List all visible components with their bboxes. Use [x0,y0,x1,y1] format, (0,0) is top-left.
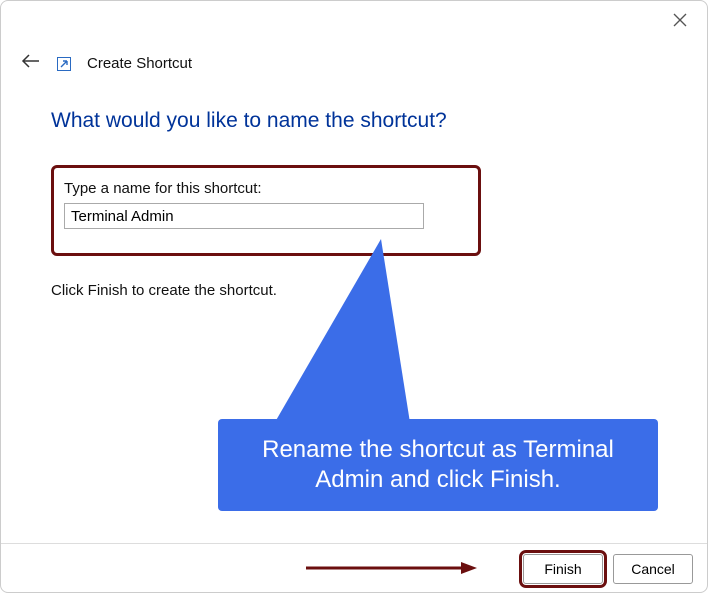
instruction-text: Click Finish to create the shortcut. [51,282,667,299]
finish-button[interactable]: Finish [523,554,603,584]
header: Create Shortcut [21,53,192,74]
close-button[interactable] [673,13,687,27]
back-button[interactable] [21,53,41,74]
page-heading: What would you like to name the shortcut… [51,109,667,133]
shortcut-icon [57,57,71,71]
highlight-annotation-box: Type a name for this shortcut: [51,165,481,256]
annotation-callout: Rename the shortcut as Terminal Admin an… [218,419,658,511]
close-icon [673,13,687,27]
field-label: Type a name for this shortcut: [64,180,468,197]
cancel-button[interactable]: Cancel [613,554,693,584]
arrow-annotation-icon [301,558,481,578]
back-arrow-icon [21,53,41,69]
footer-separator [1,543,707,544]
wizard-window: Create Shortcut What would you like to n… [0,0,708,593]
footer-buttons: Finish Cancel [523,554,693,584]
window-title: Create Shortcut [87,55,192,72]
content-area: What would you like to name the shortcut… [51,109,667,299]
shortcut-name-input[interactable] [64,203,424,229]
annotation-text: Rename the shortcut as Terminal Admin an… [236,435,640,495]
